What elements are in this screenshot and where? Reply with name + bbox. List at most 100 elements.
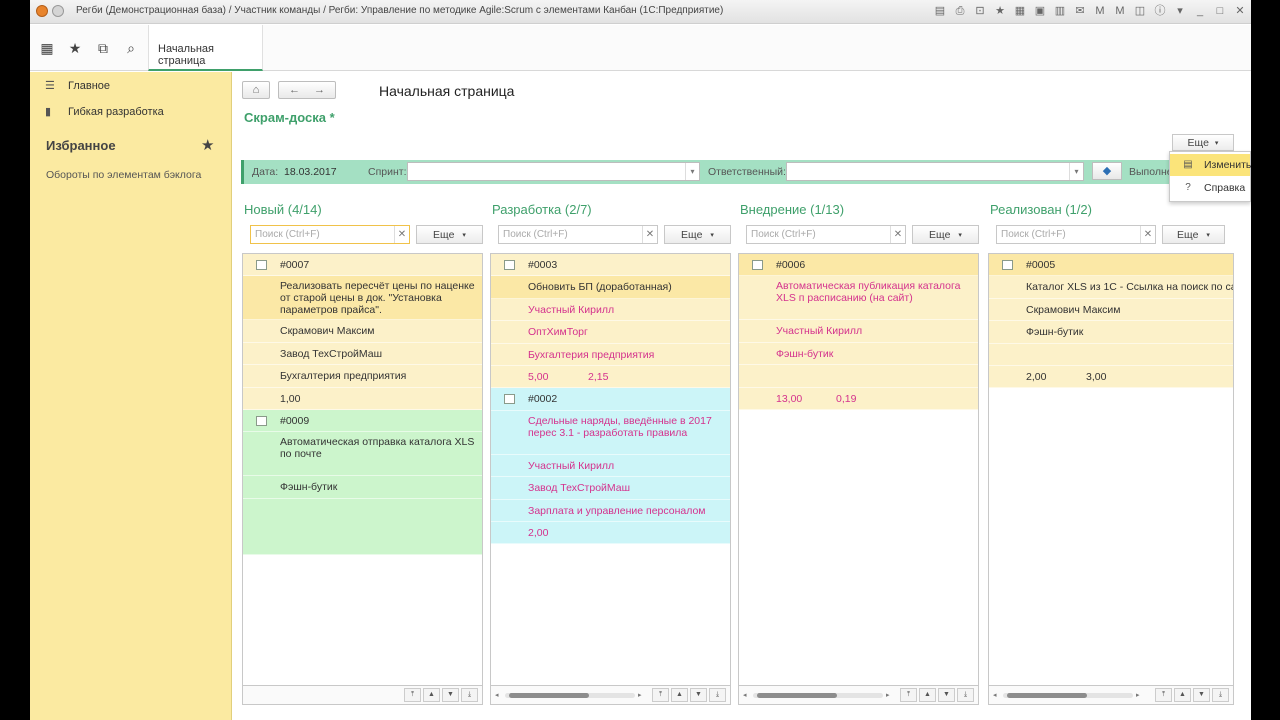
calculator-icon[interactable]: ▣ [1033,4,1047,18]
move-first-button[interactable]: ⤒ [900,688,917,702]
checkbox-icon[interactable] [504,394,515,405]
move-first-button[interactable]: ⤒ [652,688,669,702]
chevron-down-icon[interactable]: ▾ [685,163,699,180]
card-product-row: Бухгалтерия предприятия [491,343,730,366]
horizontal-scrollbar[interactable] [505,693,635,698]
task-card[interactable]: #0007 Реализовать пересчёт цены по нацен… [243,254,482,410]
checkbox-icon[interactable] [752,260,763,270]
clear-icon[interactable]: ✕ [890,226,905,243]
task-card[interactable]: #0009 Автоматическая отправка каталога X… [243,409,482,555]
checkbox-icon[interactable] [256,260,267,270]
maximize-icon[interactable]: □ [1213,4,1227,18]
history-icon[interactable]: ⧉ [94,39,112,57]
search-icon[interactable]: ⌕ [122,39,140,57]
move-up-button[interactable]: ▲ [671,688,688,702]
favorite-icon[interactable]: ★ [993,4,1007,18]
more-label: Еще [433,228,455,241]
move-down-button[interactable]: ▼ [442,688,459,702]
move-last-button[interactable]: ⤓ [957,688,974,702]
favorites-star-icon[interactable]: ★ [201,136,214,154]
scroll-left-icon[interactable]: ◂ [495,691,499,699]
column-more-button[interactable]: Еще ▾ [912,225,979,244]
star-icon[interactable]: ★ [66,39,84,57]
apply-filter-button[interactable]: ◆ [1092,162,1122,180]
search-input[interactable]: Поиск (Ctrl+F) ✕ [746,225,906,244]
move-down-button[interactable]: ▼ [1193,688,1210,702]
scroll-left-icon[interactable]: ◂ [743,691,747,699]
menu-item-edit[interactable]: ▤ Изменить [1170,154,1251,176]
sprint-field[interactable]: ▾ [407,162,700,181]
card-id: #0009 [280,414,310,427]
move-last-button[interactable]: ⤓ [461,688,478,702]
dropdown-icon[interactable]: ▾ [1173,4,1187,18]
back-arrow-icon[interactable]: ← [289,84,300,96]
horizontal-scrollbar[interactable] [753,693,883,698]
card-product: Бухгалтерия предприятия [280,370,407,383]
calendar-icon[interactable]: ▦ [1013,4,1027,18]
column-more-button[interactable]: Еще ▾ [664,225,731,244]
scrollbar-thumb[interactable] [757,693,837,698]
move-down-button[interactable]: ▼ [938,688,955,702]
scroll-right-icon[interactable]: ▸ [886,691,890,699]
minimize-icon[interactable]: _ [1193,4,1207,18]
move-up-button[interactable]: ▲ [1174,688,1191,702]
checkbox-icon[interactable] [256,415,267,426]
horizontal-scrollbar[interactable] [1003,693,1133,698]
print-icon[interactable]: ⎙ [953,4,967,18]
task-card[interactable]: #0006 Автоматическая публикация каталога… [739,254,978,410]
home-button[interactable]: ⌂ [242,81,270,99]
link-icon[interactable]: ⊡ [973,4,987,18]
scroll-right-icon[interactable]: ▸ [638,691,642,699]
move-up-button[interactable]: ▲ [423,688,440,702]
clear-icon[interactable]: ✕ [642,226,657,243]
notes-icon[interactable]: ▥ [1053,4,1067,18]
sidebar-item-main[interactable]: ☰ Главное [30,74,232,98]
clear-icon[interactable]: ✕ [394,226,409,243]
forward-arrow-icon[interactable]: → [314,84,325,96]
clear-icon[interactable]: ✕ [1140,226,1155,243]
move-last-button[interactable]: ⤓ [1212,688,1229,702]
favorite-item[interactable]: Обороты по элементам бэклога [46,169,201,181]
checkbox-icon[interactable] [1002,260,1013,270]
close-icon[interactable]: ✕ [1233,4,1247,18]
menu-item-help[interactable]: ? Справка [1170,177,1250,199]
scrollbar-thumb[interactable] [1007,693,1087,698]
mail-icon[interactable]: ✉ [1073,4,1087,18]
panels-icon[interactable]: ◫ [1133,4,1147,18]
card-client: Фэшн-бутик [776,347,834,360]
move-last-button[interactable]: ⤓ [709,688,726,702]
task-card[interactable]: #0003 Обновить БП (доработанная) Участны… [491,254,730,389]
task-card[interactable]: #0002 Сдельные наряды, введённые в 2017 … [491,388,730,545]
responsible-field[interactable]: ▾ [786,162,1084,181]
save-icon[interactable]: ▤ [933,4,947,18]
card-title: Автоматическая отправка каталога XLS по … [280,436,475,461]
search-input[interactable]: Поиск (Ctrl+F) ✕ [498,225,658,244]
sidebar-item-agile[interactable]: ▮ Гибкая разработка [30,100,232,124]
menu-item-label: Справка [1204,182,1246,194]
checkbox-icon[interactable] [504,260,515,270]
move-first-button[interactable]: ⤒ [1155,688,1172,702]
card-empty-row [243,498,482,555]
apps-grid-icon[interactable]: ▦ [38,39,56,57]
info-icon[interactable]: ⓘ [1153,4,1167,18]
move-first-button[interactable]: ⤒ [404,688,421,702]
back-forward-buttons[interactable]: ← → [278,81,336,99]
window-menu-icon[interactable] [52,5,64,17]
more-button[interactable]: Еще ▾ [1172,134,1234,151]
zoom-in-icon[interactable]: M [1093,4,1107,18]
column-more-button[interactable]: Еще ▾ [416,225,483,244]
tab-home[interactable]: Начальная страница [148,25,263,71]
date-value[interactable]: 18.03.2017 [284,166,337,178]
zoom-out-icon[interactable]: M [1113,4,1127,18]
task-card[interactable]: #0005 Каталог XLS из 1С - Ссылка на поис… [989,254,1233,389]
search-input[interactable]: Поиск (Ctrl+F) ✕ [250,225,410,244]
search-input[interactable]: Поиск (Ctrl+F) ✕ [996,225,1156,244]
chevron-down-icon[interactable]: ▾ [1069,163,1083,180]
move-up-button[interactable]: ▲ [919,688,936,702]
scroll-right-icon[interactable]: ▸ [1136,691,1140,699]
scroll-left-icon[interactable]: ◂ [993,691,997,699]
card-assignee-row: Скрамович Максим [989,298,1233,322]
move-down-button[interactable]: ▼ [690,688,707,702]
column-more-button[interactable]: Еще ▾ [1162,225,1225,244]
scrollbar-thumb[interactable] [509,693,589,698]
